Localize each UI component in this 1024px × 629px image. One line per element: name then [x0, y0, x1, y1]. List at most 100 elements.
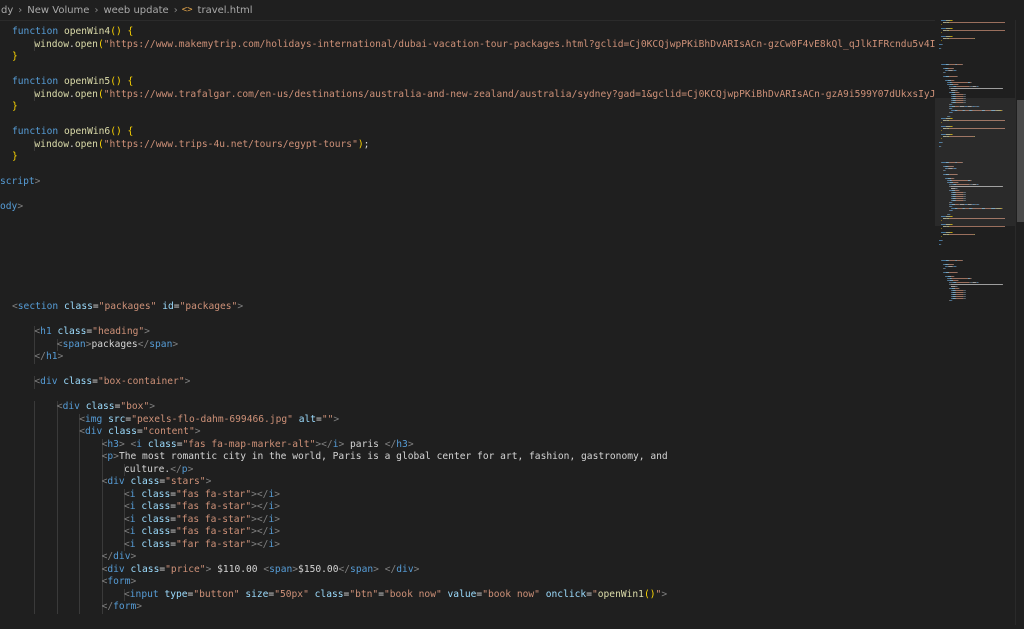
vertical-scrollbar[interactable] [1015, 20, 1024, 625]
code-token: </ [338, 563, 351, 575]
code-text: <p>The most romantic city in the world, … [102, 451, 668, 464]
code-text: <section class="packages" id="packages"> [12, 301, 243, 314]
indent-guide [56, 501, 58, 514]
breadcrumb-item[interactable]: weeb update [102, 5, 169, 16]
minimap-stroke [951, 278, 968, 279]
minimap-stroke [941, 40, 942, 41]
minimap-stroke [946, 226, 947, 227]
minimap-stroke [958, 280, 959, 281]
code-token: } [12, 151, 18, 162]
code-text: <div class="stars"> [102, 476, 212, 489]
minimap-stroke [947, 84, 948, 85]
minimap-stroke [939, 44, 943, 45]
minimap-stroke [948, 272, 950, 273]
indent-guide [101, 526, 103, 539]
minimap-stroke [951, 294, 952, 295]
code-token: img [84, 413, 109, 425]
code-token: class [64, 301, 93, 312]
scrollbar-thumb[interactable] [1017, 100, 1024, 222]
indent-guide [79, 526, 81, 539]
code-token: class [57, 326, 87, 337]
minimap-viewport[interactable] [935, 98, 1015, 226]
minimap-stroke [943, 68, 944, 69]
indent-guide [34, 476, 36, 489]
minimap-stroke [941, 236, 942, 237]
indent-guide [56, 451, 58, 464]
indent-guide [79, 551, 81, 564]
minimap-stroke [952, 96, 956, 97]
minimap-stroke [948, 76, 950, 77]
code-token: </ [101, 601, 114, 612]
minimap-stroke [953, 68, 954, 69]
minimap[interactable] [935, 20, 1015, 625]
minimap-stroke [951, 288, 955, 289]
code-token: openWin6 [63, 126, 111, 137]
minimap-stroke [972, 282, 976, 283]
minimap-stroke [965, 294, 966, 295]
code-text: </h1> [34, 351, 63, 364]
minimap-stroke [956, 70, 957, 71]
minimap-stroke [942, 44, 943, 45]
code-token: div [113, 551, 131, 562]
minimap-stroke [956, 286, 958, 287]
breadcrumb-file[interactable]: travel.html [197, 5, 254, 16]
minimap-stroke [947, 266, 949, 267]
code-text: <i class="fas fa-star"></i> [124, 489, 280, 502]
code-token: openWin5 [63, 76, 111, 87]
indent-guide [34, 463, 36, 476]
code-token: div [107, 476, 131, 487]
minimap-stroke [952, 86, 954, 87]
code-text: <div class="price"> $110.00 <span>$150.0… [102, 564, 420, 577]
code-token: class [141, 513, 171, 525]
minimap-stroke [948, 64, 950, 65]
minimap-stroke [975, 282, 978, 283]
minimap-stroke [950, 88, 951, 89]
minimap-stroke [941, 32, 942, 33]
indent-guide [56, 426, 58, 439]
minimap-stroke [945, 268, 946, 269]
code-token: i [129, 526, 142, 537]
code-token: input [129, 588, 165, 600]
code-token: "book now" [482, 588, 546, 600]
code-token: window [34, 138, 70, 150]
minimap-stroke [941, 64, 942, 65]
code-token: </ [170, 463, 182, 475]
minimap-stroke [967, 278, 970, 279]
indent-guide [101, 488, 103, 501]
minimap-stroke [951, 296, 953, 297]
code-token: onclick [545, 588, 587, 600]
code-token: "stars" [165, 476, 206, 487]
minimap-stroke [943, 272, 944, 273]
code-editor[interactable]: function openWin4() {window.open("https:… [0, 20, 935, 625]
minimap-stroke [953, 282, 957, 283]
code-text: } [12, 101, 18, 114]
code-token: > [17, 201, 24, 212]
code-token: window [34, 88, 70, 100]
minimap-stroke [954, 288, 956, 289]
minimap-stroke [949, 284, 951, 285]
minimap-stroke [949, 280, 953, 281]
minimap-stroke [953, 84, 958, 85]
minimap-stroke [955, 292, 956, 293]
minimap-stroke [947, 80, 951, 81]
code-token: value [447, 588, 477, 600]
minimap-stroke [950, 284, 951, 285]
code-token: span [62, 338, 86, 350]
minimap-stroke [948, 266, 953, 267]
minimap-stroke [951, 94, 953, 95]
minimap-stroke [949, 226, 950, 227]
code-token: span [149, 338, 173, 350]
code-token: function [12, 76, 64, 87]
minimap-stroke [949, 38, 974, 39]
breadcrumb-item[interactable]: dy [0, 5, 14, 16]
code-token: form [107, 576, 131, 587]
minimap-stroke [945, 70, 946, 71]
minimap-stroke [971, 282, 972, 283]
minimap-stroke [956, 86, 957, 87]
minimap-stroke [945, 28, 951, 29]
code-token: class [85, 401, 115, 412]
minimap-stroke [943, 22, 947, 23]
indent-guide [101, 538, 103, 551]
breadcrumb-item[interactable]: New Volume [26, 5, 90, 16]
minimap-stroke [973, 38, 975, 39]
